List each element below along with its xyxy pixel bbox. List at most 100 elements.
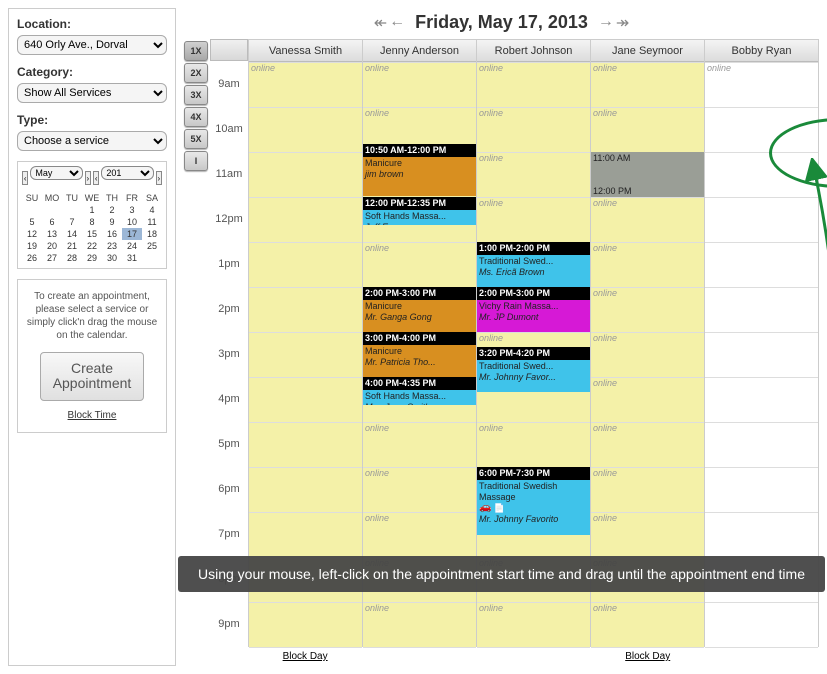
category-select[interactable]: Show All Services <box>17 83 167 103</box>
appointment-time-bar: 2:00 PM-3:00 PM <box>363 287 476 300</box>
cal-day[interactable]: 9 <box>102 216 122 228</box>
sidebar-help-box: To create an appointment, please select … <box>17 279 167 433</box>
location-select[interactable]: 640 Orly Ave., Dorval <box>17 35 167 55</box>
time-slot: 9pm <box>210 601 248 646</box>
draft-selection[interactable]: 11:00 AM12:00 PM <box>591 152 704 197</box>
type-select[interactable]: Choose a service <box>17 131 167 151</box>
online-status: online <box>251 63 275 73</box>
cal-day[interactable]: 26 <box>22 252 42 264</box>
appointment[interactable]: 10:50 AM-12:00 PMManicurejim brown <box>363 144 476 196</box>
appointment[interactable]: 6:00 PM-7:30 PMTraditional SwedishMassag… <box>477 467 590 535</box>
time-slot: 5pm <box>210 421 248 466</box>
cal-day[interactable]: 13 <box>42 228 62 240</box>
appointment[interactable]: 12:00 PM-12:35 PMSoft Hands Massa...Jeff… <box>363 197 476 225</box>
cal-month-select[interactable]: May <box>30 166 82 180</box>
appointment-service: Manicure <box>365 158 474 169</box>
online-status: online <box>365 63 389 73</box>
cal-day[interactable]: 28 <box>62 252 82 264</box>
online-status: online <box>479 423 503 433</box>
cal-day[interactable]: 23 <box>102 240 122 252</box>
appointment-time-bar: 4:00 PM-4:35 PM <box>363 377 476 390</box>
appointment-line2: Massage <box>479 492 588 503</box>
cal-year-select[interactable]: 201 <box>101 166 153 180</box>
online-status: online <box>593 63 617 73</box>
time-slot: 12pm <box>210 196 248 241</box>
appointment-line2: Ms. Ericã Brown <box>479 267 588 278</box>
cal-prev-month[interactable]: ‹ <box>22 171 28 185</box>
cal-day[interactable]: 10 <box>122 216 142 228</box>
time-slot: 7pm <box>210 511 248 556</box>
cal-day[interactable]: 2 <box>102 204 122 216</box>
appointment[interactable]: 2:00 PM-3:00 PMVichy Rain Massa...Mr. JP… <box>477 287 590 332</box>
tooltip-banner: Using your mouse, left-click on the appo… <box>178 556 825 592</box>
cal-day[interactable]: 16 <box>102 228 122 240</box>
zoom-1x[interactable]: 1X <box>184 41 208 61</box>
appointment[interactable]: 3:20 PM-4:20 PMTraditional Swed...Mr. Jo… <box>477 347 590 392</box>
cal-day[interactable]: 27 <box>42 252 62 264</box>
zoom-i[interactable]: I <box>184 151 208 171</box>
online-status: online <box>479 63 503 73</box>
cal-day[interactable]: 24 <box>122 240 142 252</box>
note-icon <box>493 503 504 514</box>
create-appointment-button[interactable]: Create Appointment <box>40 352 145 401</box>
cal-day[interactable]: 21 <box>62 240 82 252</box>
appointment-line2: Jeff Error <box>365 222 474 225</box>
cal-day[interactable]: 11 <box>142 216 162 228</box>
next-day-icon[interactable]: → <box>598 13 614 33</box>
sidebar: Location: 640 Orly Ave., Dorval Category… <box>8 8 176 666</box>
cal-day[interactable]: 29 <box>82 252 102 264</box>
online-status: online <box>479 198 503 208</box>
location-label: Location: <box>17 17 167 31</box>
appointment-service: Soft Hands Massa... <box>365 211 474 222</box>
appointment[interactable]: 4:00 PM-4:35 PMSoft Hands Massa...Mrs. J… <box>363 377 476 405</box>
cal-next-year[interactable]: › <box>156 171 162 185</box>
cal-prev-year[interactable]: ‹ <box>93 171 99 185</box>
time-slot: 11am <box>210 151 248 196</box>
cal-day[interactable]: 19 <box>22 240 42 252</box>
cal-day[interactable]: 31 <box>122 252 142 264</box>
cal-day[interactable]: 7 <box>62 216 82 228</box>
appointment-time-bar: 10:50 AM-12:00 PM <box>363 144 476 157</box>
cal-dow: TH <box>102 192 122 204</box>
prev-day-icon[interactable]: ← <box>389 13 405 33</box>
cal-next-month[interactable]: › <box>85 171 91 185</box>
cal-day[interactable]: 17 <box>122 228 142 240</box>
cal-dow: FR <box>122 192 142 204</box>
zoom-2x[interactable]: 2X <box>184 63 208 83</box>
block-time-link[interactable]: Block Time <box>24 409 160 422</box>
cal-day[interactable]: 20 <box>42 240 62 252</box>
zoom-3x[interactable]: 3X <box>184 85 208 105</box>
cal-day[interactable]: 3 <box>122 204 142 216</box>
cal-day[interactable]: 25 <box>142 240 162 252</box>
appointment[interactable]: 2:00 PM-3:00 PMManicureMr. Ganga Gong <box>363 287 476 332</box>
zoom-5x[interactable]: 5X <box>184 129 208 149</box>
time-slot: 2pm <box>210 286 248 331</box>
cal-day[interactable]: 4 <box>142 204 162 216</box>
appointment-service: Traditional Swed... <box>479 361 588 372</box>
date-navbar: ↞ ← Friday, May 17, 2013 → ↠ <box>184 8 819 39</box>
appointment-line2: Mrs. Jane Smith <box>365 402 474 405</box>
zoom-4x[interactable]: 4X <box>184 107 208 127</box>
cal-day[interactable]: 1 <box>82 204 102 216</box>
footer-links: Block Day Block Day <box>184 647 819 666</box>
cal-day[interactable]: 14 <box>62 228 82 240</box>
cal-day[interactable]: 6 <box>42 216 62 228</box>
cal-day[interactable]: 5 <box>22 216 42 228</box>
column-header: Jane Seymoor <box>591 40 704 62</box>
appointment[interactable]: 1:00 PM-2:00 PMTraditional Swed...Ms. Er… <box>477 242 590 287</box>
online-status: online <box>593 468 617 478</box>
cal-day[interactable]: 30 <box>102 252 122 264</box>
cal-day[interactable]: 12 <box>22 228 42 240</box>
cal-day[interactable]: 22 <box>82 240 102 252</box>
cal-day[interactable]: 15 <box>82 228 102 240</box>
prev-week-icon[interactable]: ↞ <box>374 13 387 33</box>
appointment[interactable]: 3:00 PM-4:00 PMManicureMr. Patricia Tho.… <box>363 332 476 377</box>
cal-day[interactable]: 8 <box>82 216 102 228</box>
column-header: Jenny Anderson <box>363 40 476 62</box>
appointment-line2: Mr. JP Dumont <box>479 312 588 323</box>
appointment-time-bar: 3:20 PM-4:20 PM <box>477 347 590 360</box>
cal-day[interactable]: 18 <box>142 228 162 240</box>
column-header: Vanessa Smith <box>249 40 362 62</box>
appointment-service: Traditional Swedish <box>479 481 588 492</box>
next-week-icon[interactable]: ↠ <box>616 13 629 33</box>
